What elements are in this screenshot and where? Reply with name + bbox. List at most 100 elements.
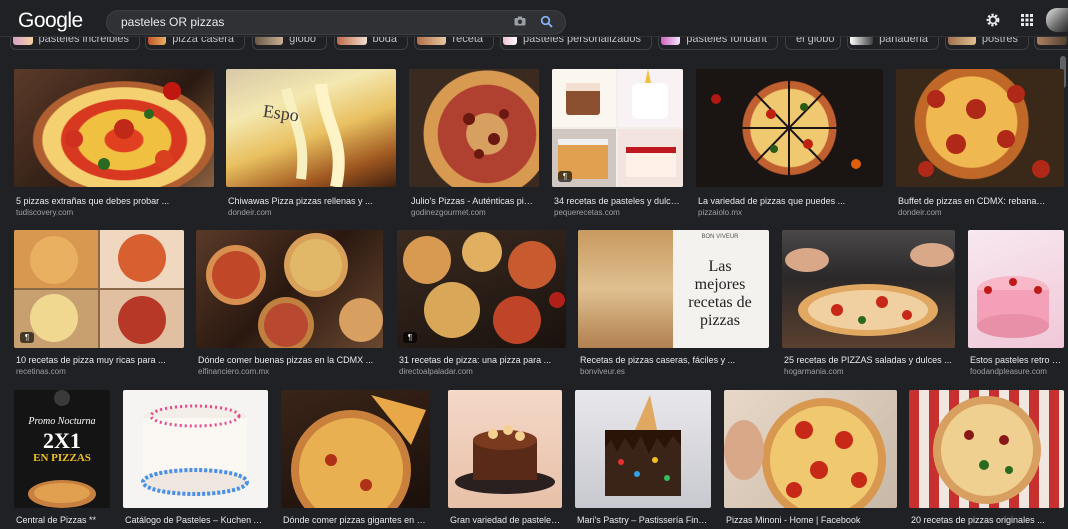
chip-label: pasteles fondant xyxy=(686,36,767,45)
result-caption[interactable]: 25 recetas de PIZZAS saladas y dulces ..… xyxy=(784,355,953,365)
pizza-image[interactable] xyxy=(909,390,1064,508)
chocolate-cake xyxy=(455,425,555,494)
result-caption[interactable]: 5 pizzas extrañas que debes probar ... xyxy=(16,196,212,206)
chip-thumbnail xyxy=(337,36,367,45)
result-source: pizzaiolo.mx xyxy=(698,208,743,217)
result-source: hogarmania.com xyxy=(784,367,844,376)
chip-panaderia[interactable]: panaderia xyxy=(847,36,939,50)
chip-thumbnail xyxy=(13,36,33,45)
pizza-table-image[interactable] xyxy=(196,230,383,348)
cover-line: mejores xyxy=(694,276,746,293)
chip-pasteles-fondant[interactable]: pasteles fondant xyxy=(658,36,778,50)
pizza-photo-left xyxy=(578,230,673,348)
result-caption[interactable]: Recetas de pizzas caseras, fáciles y ... xyxy=(580,355,767,365)
avatar[interactable] xyxy=(1046,8,1068,32)
chip-pizza-casera[interactable]: pizza casera xyxy=(145,36,245,50)
pizza-spread-image[interactable]: ¶ xyxy=(397,230,566,348)
giant-pizza xyxy=(291,395,426,508)
pizza-toppings xyxy=(463,109,509,159)
pizza-hands-image[interactable] xyxy=(782,230,955,348)
chip-pasteles-personalizados[interactable]: pasteles personalizados xyxy=(500,36,652,50)
result-caption[interactable]: Catálogo de Pasteles – Kuchen Alta ... xyxy=(125,515,268,525)
pepperoni xyxy=(918,85,1050,178)
cake-image[interactable] xyxy=(575,390,711,508)
result-source: godinezgourmet.com xyxy=(411,208,486,217)
chip-thumbnail xyxy=(503,36,517,45)
chip-pasteles-increibles[interactable]: pasteles increibles xyxy=(10,36,140,50)
promo-pizza xyxy=(28,390,96,508)
result-source: foodandpleasure.com xyxy=(970,367,1047,376)
chip-boda[interactable]: boda xyxy=(334,36,408,50)
recipe-cover-text: BON VIVEUR Las mejores recetas de pizzas xyxy=(674,234,766,344)
result-caption[interactable]: 10 recetas de pizza muy ricas para ... xyxy=(16,355,182,365)
tablecloth-pizza xyxy=(933,396,1041,504)
pizza-image[interactable] xyxy=(409,69,539,187)
result-caption[interactable]: 34 recetas de pasteles y dulces ... xyxy=(554,196,682,206)
chip-thumbnail xyxy=(661,36,681,45)
chip-thumbnail xyxy=(850,36,874,45)
result-source: directoalpaladar.com xyxy=(399,367,473,376)
gear-icon[interactable] xyxy=(985,12,1001,28)
cover-line: recetas de xyxy=(688,294,752,311)
result-caption[interactable]: Estos pasteles retro se... xyxy=(970,355,1064,365)
result-source: tudiscovery.com xyxy=(16,208,74,217)
search-input[interactable]: pasteles OR pizzas xyxy=(121,15,224,29)
result-caption[interactable]: Buffet de pizzas en CDMX: rebanadas ... xyxy=(898,196,1050,206)
pizza-image[interactable] xyxy=(724,390,897,508)
recipe-badge: ¶ xyxy=(403,332,417,343)
chip-label: boda xyxy=(372,36,397,45)
pizza-image[interactable] xyxy=(14,69,214,187)
chip-receta[interactable]: receta xyxy=(414,36,494,50)
result-source: dondeir.com xyxy=(898,208,942,217)
promo-image[interactable]: Promo Nocturna 2X1 EN PIZZAS xyxy=(14,390,110,508)
filter-chips: pasteles increibles pizza casera globo b… xyxy=(0,36,1068,56)
result-source: recetinas.com xyxy=(16,367,66,376)
result-caption[interactable]: Dónde comer buenas pizzas en la CDMX ... xyxy=(198,355,383,365)
retro-cake xyxy=(977,276,1049,338)
drip-cake xyxy=(605,395,681,496)
google-logo[interactable]: Google xyxy=(18,9,83,33)
search-box[interactable]: pasteles OR pizzas xyxy=(106,10,566,35)
pizza-image[interactable] xyxy=(896,69,1064,187)
result-caption[interactable]: Mari's Pastry – Pastissería Fina J... xyxy=(577,515,711,525)
cake-collage-image[interactable]: ¶ xyxy=(552,69,683,187)
search-icon[interactable] xyxy=(540,15,554,29)
result-caption[interactable]: Chiwawas Pizza pizzas rellenas y ... xyxy=(228,196,394,206)
pizza-image[interactable]: Espo xyxy=(226,69,396,187)
bonviveur-tag: BON VIVEUR xyxy=(701,234,739,240)
pizza-image[interactable] xyxy=(281,390,430,508)
apps-grid-icon[interactable] xyxy=(1019,12,1035,28)
recipe-badge: ¶ xyxy=(20,332,34,343)
chip-thumbnail xyxy=(255,36,284,45)
result-caption[interactable]: 31 recetas de pizza: una pizza para ... xyxy=(399,355,564,365)
chip-globo[interactable]: globo xyxy=(252,36,327,50)
sprinkle-cake xyxy=(141,404,249,496)
recipe-badge: ¶ xyxy=(558,171,572,182)
pizza-collage xyxy=(14,230,184,348)
result-caption[interactable]: Pizzas Minoni - Home | Facebook xyxy=(726,515,897,525)
result-caption[interactable]: Julio's Pizzas - Auténticas pizza... xyxy=(411,196,537,206)
result-caption[interactable]: Central de Pizzas ** xyxy=(16,515,112,525)
chip-label: pasteles personalizados xyxy=(522,36,641,45)
pizza-spread xyxy=(403,232,565,344)
cake-image[interactable] xyxy=(448,390,562,508)
result-caption[interactable]: Dónde comer pizzas gigantes en CDM... xyxy=(283,515,430,525)
result-caption[interactable]: 20 recetas de pizzas originales ... xyxy=(911,515,1064,525)
pepperoni-pizza xyxy=(724,398,886,508)
chip-postres[interactable]: postres xyxy=(945,36,1029,50)
pizza-collage-image[interactable]: ¶ xyxy=(14,230,184,348)
cake-image[interactable] xyxy=(123,390,268,508)
pizza-table xyxy=(206,233,383,348)
pizza-image[interactable] xyxy=(696,69,883,187)
chip-overflow[interactable] xyxy=(1034,36,1068,50)
chip-label: pasteles increibles xyxy=(38,36,130,45)
result-caption[interactable]: La variedad de pizzas que puedes ... xyxy=(698,196,881,206)
chip-label: postres xyxy=(981,36,1018,45)
chip-el-globo[interactable]: el globo xyxy=(785,36,841,50)
chip-label: el globo xyxy=(796,36,835,45)
recipe-cover-image[interactable]: BON VIVEUR Las mejores recetas de pizzas xyxy=(578,230,769,348)
cake-image[interactable] xyxy=(968,230,1064,348)
header-bar: Google pasteles OR pizzas xyxy=(0,0,1068,37)
result-caption[interactable]: Gran variedad de pasteles ... xyxy=(450,515,562,525)
camera-icon[interactable] xyxy=(514,16,526,26)
